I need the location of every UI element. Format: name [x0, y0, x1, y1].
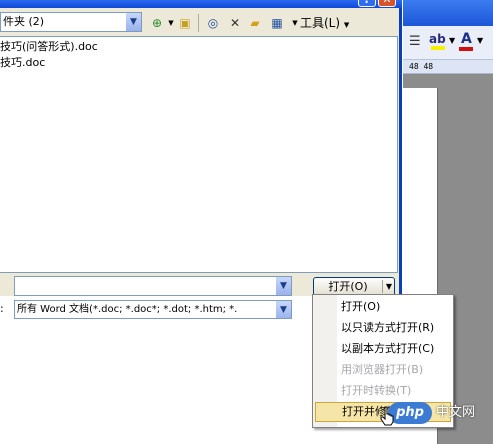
hand-cursor-icon: [380, 406, 394, 426]
filetype-combobox[interactable]: 所有 Word 文档(*.doc; *.doc*; *.dot; *.htm; …: [14, 300, 292, 319]
highlight-color-swatch: [431, 46, 445, 50]
toolbar-separator: [198, 14, 199, 32]
search-web-icon[interactable]: ◎: [204, 14, 222, 32]
new-folder-icon[interactable]: ▰: [246, 14, 264, 32]
open-button-label: 打开(O): [328, 280, 368, 293]
watermark-text: 中文网: [436, 405, 476, 420]
look-in-value: 件夹 (2): [3, 15, 45, 28]
highlight-icon[interactable]: ab: [429, 32, 446, 46]
font-color-swatch: [459, 47, 473, 51]
menu-item-open-readonly[interactable]: 以只读方式打开(R): [315, 318, 451, 338]
chevron-down-icon[interactable]: ▼: [275, 277, 291, 295]
menu-item-open-copy[interactable]: 以副本方式打开(C): [315, 339, 451, 359]
filetype-value: 所有 Word 文档(*.doc; *.doc*; *.dot; *.htm; …: [17, 304, 238, 315]
chevron-down-icon[interactable]: ▼: [449, 36, 455, 45]
font-color-icon[interactable]: A: [461, 31, 472, 47]
word-titlebar: [403, 0, 493, 26]
filename-combobox[interactable]: ▼: [14, 276, 292, 296]
chevron-down-icon[interactable]: ▼: [275, 301, 291, 318]
dialog-titlebar: ? ✕: [0, 0, 402, 8]
chevron-down-icon: ▼: [343, 21, 350, 29]
menu-item-open-browser[interactable]: 用浏览器打开(B): [315, 360, 451, 380]
tools-menu-label: 工具(L): [300, 16, 341, 30]
chevron-down-icon[interactable]: ▼: [477, 36, 483, 45]
filetype-label: :: [0, 302, 4, 315]
open-file-dialog: ? ✕ 件夹 (2) ▼ ⊕ ▼ ▣ ◎ ✕ ▰ ▦ ▼ 工具(L) ▼ 技巧(…: [0, 0, 402, 296]
php-logo: php: [388, 402, 432, 424]
help-button[interactable]: ?: [358, 0, 376, 7]
tools-menu[interactable]: 工具(L) ▼: [300, 14, 349, 32]
views-icon[interactable]: ▦: [268, 14, 286, 32]
align-icon[interactable]: ☰: [409, 34, 421, 49]
word-formatting-toolbar: ☰ ab A ▼ ▼: [403, 26, 493, 60]
delete-icon[interactable]: ✕: [226, 14, 244, 32]
list-item[interactable]: 技巧(问答形式).doc: [0, 39, 98, 55]
chevron-down-icon[interactable]: ▼: [125, 13, 141, 31]
split-separator: [382, 280, 383, 293]
menu-item-open-convert[interactable]: 打开时转换(T): [315, 381, 451, 401]
menu-item-open[interactable]: 打开(O): [315, 297, 451, 317]
chevron-down-icon[interactable]: ▼: [384, 278, 394, 295]
up-folder-icon[interactable]: ▣: [176, 14, 194, 32]
list-item[interactable]: 技巧.doc: [0, 55, 45, 71]
file-list[interactable]: 技巧(问答形式).doc 技巧.doc: [0, 36, 398, 273]
word-ruler: 48 48: [403, 60, 493, 74]
look-in-combobox[interactable]: 件夹 (2) ▼: [0, 12, 142, 32]
close-button[interactable]: ✕: [378, 0, 396, 7]
